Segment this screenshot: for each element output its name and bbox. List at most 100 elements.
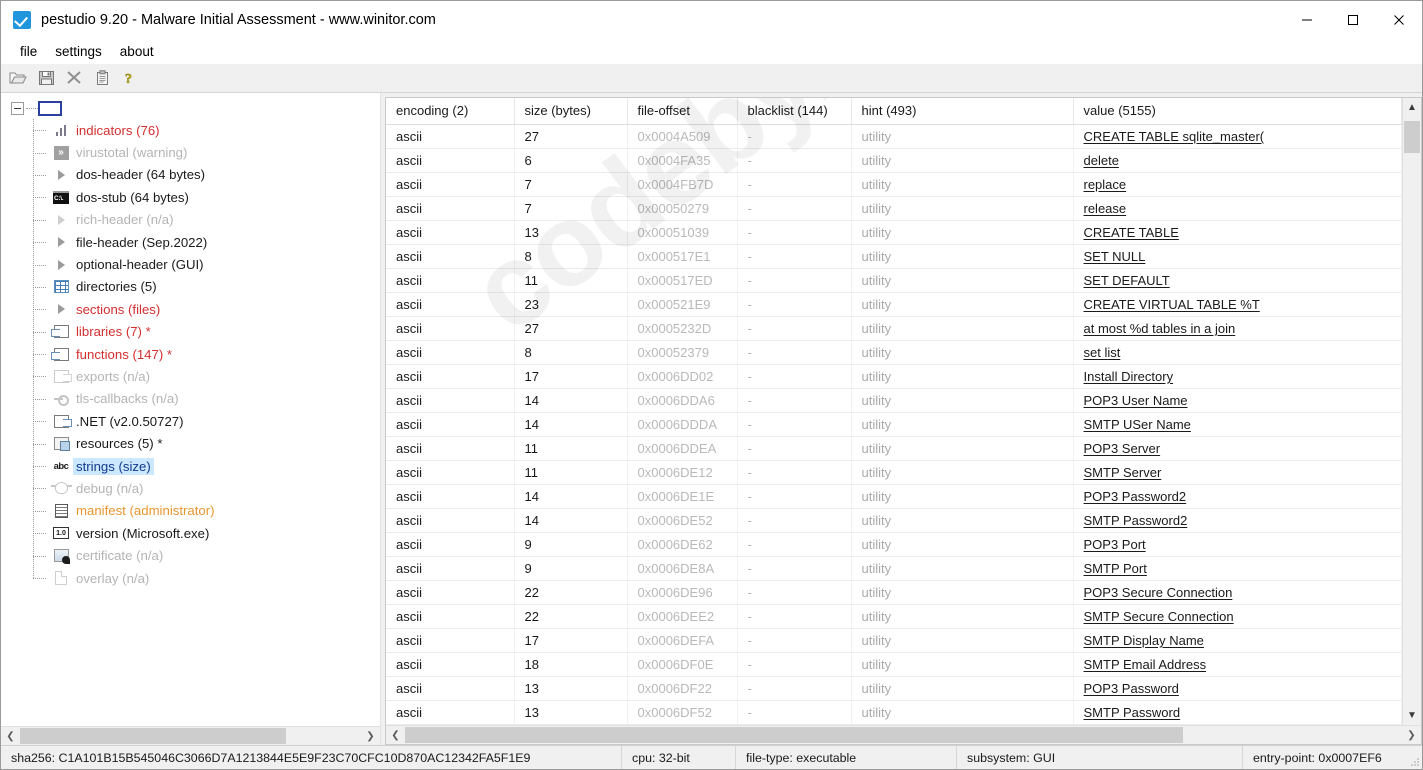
scroll-left-icon[interactable]: ❮	[386, 726, 405, 744]
sidebar-item-sections[interactable]: sections (files)	[53, 298, 380, 320]
menu-item-file[interactable]: file	[11, 42, 46, 61]
sidebar-item-exports[interactable]: exports (n/a)	[53, 365, 380, 387]
scroll-right-icon[interactable]: ❯	[361, 727, 380, 745]
scroll-track[interactable]	[1403, 117, 1421, 706]
table-row[interactable]: ascii140x0006DE1E-utilityPOP3 Password2	[386, 485, 1402, 509]
table-row[interactable]: ascii230x000521E9-utilityCREATE VIRTUAL …	[386, 293, 1402, 317]
table-row[interactable]: ascii110x000517ED-utilitySET DEFAULT	[386, 269, 1402, 293]
table-row[interactable]: ascii270x0004A509-utilityCREATE TABLE sq…	[386, 125, 1402, 149]
open-folder-icon[interactable]	[7, 67, 29, 89]
string-value-link[interactable]: release	[1084, 201, 1127, 216]
string-value-link[interactable]: Install Directory	[1084, 369, 1174, 384]
table-row[interactable]: ascii110x0006DDEA-utilityPOP3 Server	[386, 437, 1402, 461]
scroll-left-icon[interactable]: ❮	[1, 727, 20, 745]
table-row[interactable]: ascii130x0006DF22-utilityPOP3 Password	[386, 677, 1402, 701]
table-vertical-scrollbar[interactable]: ▲ ▼	[1402, 98, 1421, 725]
scroll-down-icon[interactable]: ▼	[1403, 706, 1421, 725]
table-row[interactable]: ascii60x0004FA35-utilitydelete	[386, 149, 1402, 173]
table-row[interactable]: ascii220x0006DE96-utilityPOP3 Secure Con…	[386, 581, 1402, 605]
string-value-link[interactable]: POP3 Secure Connection	[1084, 585, 1233, 600]
sidebar-item-resources[interactable]: resources (5) *	[53, 432, 380, 454]
string-value-link[interactable]: SET NULL	[1084, 249, 1146, 264]
scroll-thumb[interactable]	[405, 727, 1183, 743]
table-row[interactable]: ascii130x00051039-utilityCREATE TABLE	[386, 221, 1402, 245]
table-row[interactable]: ascii70x0004FB7D-utilityreplace	[386, 173, 1402, 197]
string-value-link[interactable]: CREATE TABLE sqlite_master(	[1084, 129, 1265, 144]
tree-root-node[interactable]	[1, 97, 380, 119]
clipboard-icon[interactable]	[91, 67, 113, 89]
string-value-link[interactable]: replace	[1084, 177, 1127, 192]
scroll-thumb[interactable]	[1404, 121, 1420, 153]
scroll-up-icon[interactable]: ▲	[1403, 98, 1421, 117]
scroll-thumb[interactable]	[20, 728, 286, 744]
string-value-link[interactable]: POP3 User Name	[1084, 393, 1188, 408]
scroll-track[interactable]	[405, 726, 1402, 744]
string-value-link[interactable]: CREATE TABLE	[1084, 225, 1179, 240]
sidebar-item-indicators[interactable]: indicators (76)	[53, 119, 380, 141]
sidebar-item-dotnet[interactable]: .NET (v2.0.50727)	[53, 410, 380, 432]
maximize-button[interactable]	[1330, 1, 1376, 39]
help-question-icon[interactable]: ?	[119, 67, 141, 89]
column-header-size[interactable]: size (bytes)	[514, 98, 627, 125]
column-header-hint[interactable]: hint (493)	[851, 98, 1073, 125]
sidebar-item-optional-header[interactable]: optional-header (GUI)	[53, 253, 380, 275]
string-value-link[interactable]: SMTP Password2	[1084, 513, 1188, 528]
sidebar-item-version[interactable]: 1.0 version (Microsoft.exe)	[53, 522, 380, 544]
string-value-link[interactable]: SMTP Email Address	[1084, 657, 1207, 672]
string-value-link[interactable]: SMTP Display Name	[1084, 633, 1204, 648]
table-row[interactable]: ascii130x0006DF52-utilitySMTP Password	[386, 701, 1402, 725]
string-value-link[interactable]: POP3 Server	[1084, 441, 1161, 456]
sidebar-item-certificate[interactable]: certificate (n/a)	[53, 544, 380, 566]
table-row[interactable]: ascii110x0006DE12-utilitySMTP Server	[386, 461, 1402, 485]
close-button[interactable]	[1376, 1, 1422, 39]
sidebar-item-manifest[interactable]: manifest (administrator)	[53, 500, 380, 522]
sidebar-item-tls-callbacks[interactable]: tls-callbacks (n/a)	[53, 388, 380, 410]
sidebar-item-dos-header[interactable]: dos-header (64 bytes)	[53, 164, 380, 186]
string-value-link[interactable]: SMTP Password	[1084, 705, 1181, 720]
column-header-encoding[interactable]: encoding (2)	[386, 98, 514, 125]
table-row[interactable]: ascii80x00052379-utilityset list	[386, 341, 1402, 365]
table-row[interactable]: ascii180x0006DF0E-utilitySMTP Email Addr…	[386, 653, 1402, 677]
sidebar-item-debug[interactable]: debug (n/a)	[53, 477, 380, 499]
sidebar-item-functions[interactable]: functions (147) *	[53, 343, 380, 365]
sidebar-item-strings[interactable]: abc strings (size)	[53, 455, 380, 477]
sidebar-item-dos-stub[interactable]: C:\. dos-stub (64 bytes)	[53, 186, 380, 208]
table-row[interactable]: ascii270x0005232D-utilityat most %d tabl…	[386, 317, 1402, 341]
sidebar-item-rich-header[interactable]: rich-header (n/a)	[53, 209, 380, 231]
resize-grip-icon[interactable]	[1408, 746, 1422, 769]
tree-horizontal-scrollbar[interactable]: ❮ ❯	[1, 726, 380, 745]
menu-item-about[interactable]: about	[111, 42, 163, 61]
string-value-link[interactable]: set list	[1084, 345, 1121, 360]
minimize-button[interactable]	[1284, 1, 1330, 39]
table-row[interactable]: ascii80x000517E1-utilitySET NULL	[386, 245, 1402, 269]
table-row[interactable]: ascii140x0006DDDA-utilitySMTP USer Name	[386, 413, 1402, 437]
menu-item-settings[interactable]: settings	[46, 42, 111, 61]
table-row[interactable]: ascii70x00050279-utilityrelease	[386, 197, 1402, 221]
sidebar-item-virustotal[interactable]: » virustotal (warning)	[53, 141, 380, 163]
table-row[interactable]: ascii220x0006DEE2-utilitySMTP Secure Con…	[386, 605, 1402, 629]
column-header-value[interactable]: value (5155)	[1073, 98, 1402, 125]
column-header-file-offset[interactable]: file-offset	[627, 98, 737, 125]
close-x-icon[interactable]	[63, 67, 85, 89]
scroll-right-icon[interactable]: ❯	[1402, 726, 1421, 744]
string-value-link[interactable]: SMTP USer Name	[1084, 417, 1191, 432]
table-row[interactable]: ascii140x0006DDA6-utilityPOP3 User Name	[386, 389, 1402, 413]
sidebar-item-overlay[interactable]: overlay (n/a)	[53, 567, 380, 589]
table-row[interactable]: ascii90x0006DE8A-utilitySMTP Port	[386, 557, 1402, 581]
save-disk-icon[interactable]	[35, 67, 57, 89]
column-header-blacklist[interactable]: blacklist (144)	[737, 98, 851, 125]
string-value-link[interactable]: at most %d tables in a join	[1084, 321, 1236, 336]
table-horizontal-scrollbar[interactable]: ❮ ❯	[386, 725, 1421, 744]
string-value-link[interactable]: SMTP Port	[1084, 561, 1147, 576]
table-row[interactable]: ascii140x0006DE52-utilitySMTP Password2	[386, 509, 1402, 533]
table-row[interactable]: ascii170x0006DEFA-utilitySMTP Display Na…	[386, 629, 1402, 653]
string-value-link[interactable]: SMTP Secure Connection	[1084, 609, 1234, 624]
table-row[interactable]: ascii90x0006DE62-utilityPOP3 Port	[386, 533, 1402, 557]
table-row[interactable]: ascii170x0006DD02-utilityInstall Directo…	[386, 365, 1402, 389]
string-value-link[interactable]: SET DEFAULT	[1084, 273, 1170, 288]
string-value-link[interactable]: delete	[1084, 153, 1119, 168]
collapse-expander-icon[interactable]	[11, 102, 24, 115]
sidebar-item-directories[interactable]: directories (5)	[53, 276, 380, 298]
sidebar-item-file-header[interactable]: file-header (Sep.2022)	[53, 231, 380, 253]
string-value-link[interactable]: SMTP Server	[1084, 465, 1162, 480]
